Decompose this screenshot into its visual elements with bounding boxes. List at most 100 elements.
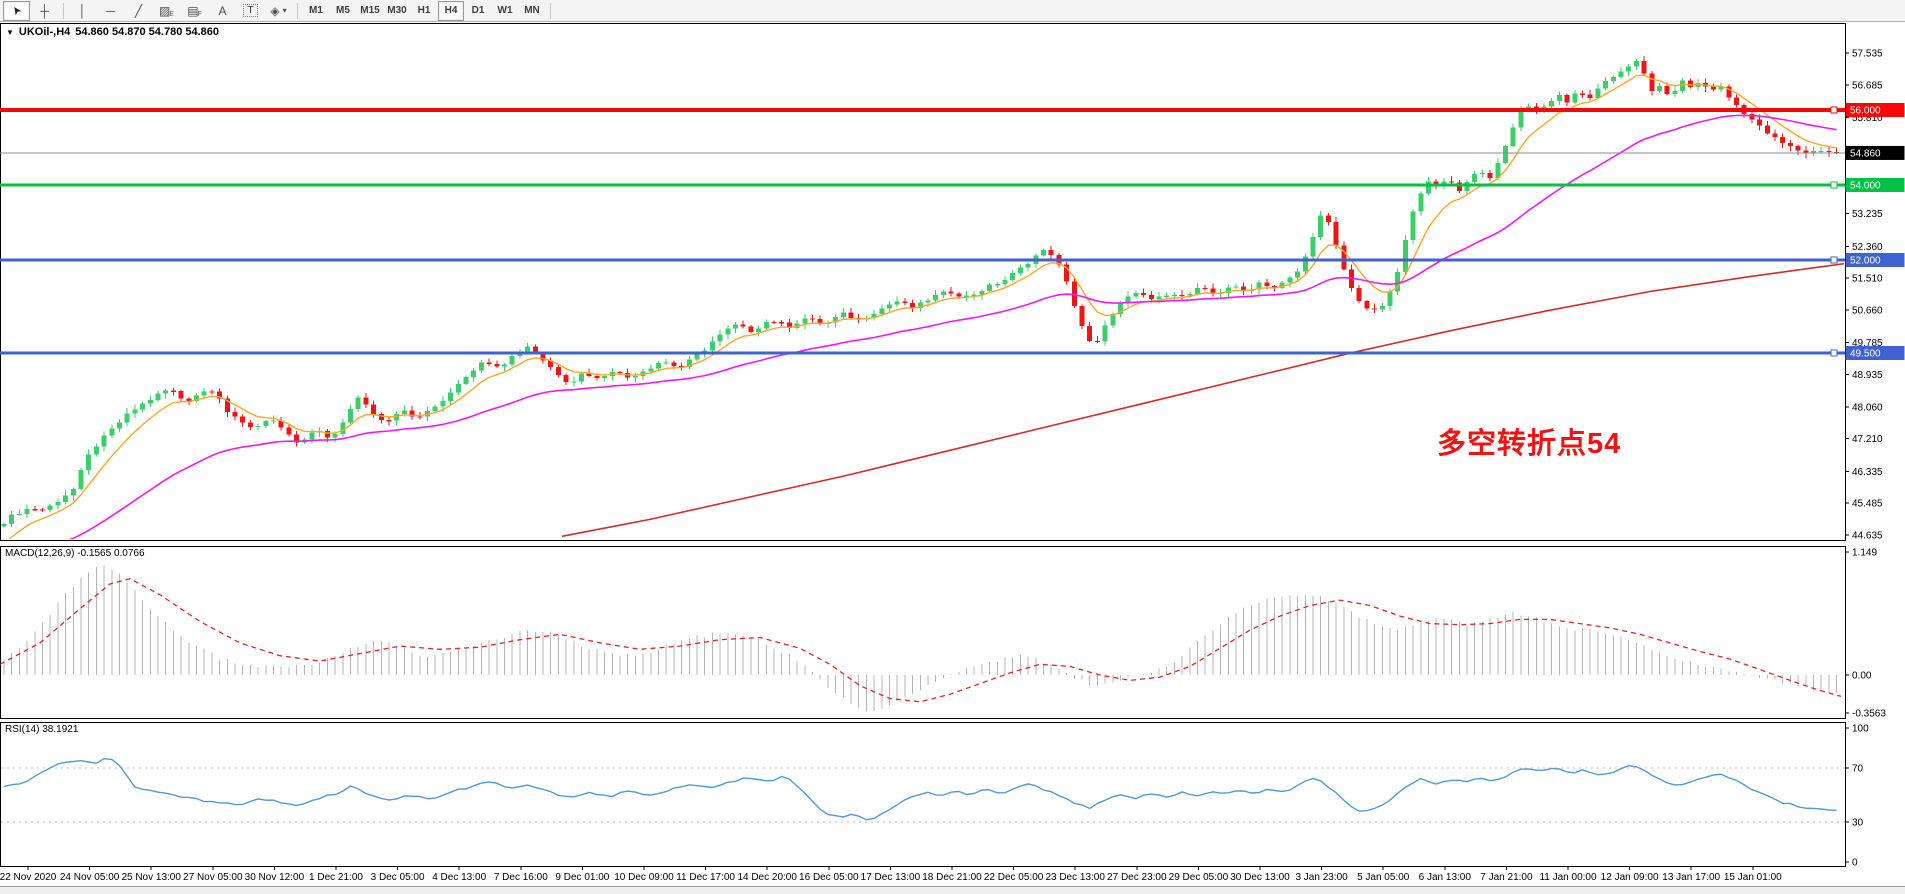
candle [502,363,507,371]
candle [1287,275,1292,287]
candle [1826,146,1831,156]
candle [1380,303,1385,312]
candle [787,319,792,332]
line-handle[interactable] [1831,350,1837,356]
svg-text:11 Jan 00:00: 11 Jan 00:00 [1539,872,1597,883]
rsi-panel[interactable]: 10070300 [1,724,1869,869]
timeframe-m1-button[interactable]: M1 [303,1,329,21]
candle [910,299,915,311]
text-icon: A [218,4,226,18]
symbol-quote-bar: ▼ UKOil-,H4 54.860 54.870 54.780 54.860 [6,26,219,38]
equidistant-channel-tool-button[interactable]: ▨E [153,1,180,21]
candle [941,289,946,298]
macd-indicator-label: MACD(12,26,9) -0.1565 0.0766 [5,548,145,559]
svg-text:70: 70 [1852,764,1864,775]
candle [1765,121,1770,134]
candle [40,508,45,512]
candle [1549,98,1554,109]
candle [102,432,107,452]
candle [248,420,253,430]
cursor-icon: ➤ [9,3,25,18]
horizontal-lines[interactable] [0,107,1845,356]
symbol-name: UKOil-,H4 [19,26,70,38]
vertical-line-tool-button[interactable]: │ [69,1,96,21]
trendline-tool-button[interactable]: ╱ [125,1,152,21]
candle [1364,300,1369,310]
candle [1603,77,1608,91]
candle [1803,146,1808,158]
text-tool-button[interactable]: A [209,1,236,21]
candle [1811,147,1816,156]
candle [1141,288,1146,297]
candle [1072,278,1077,308]
svg-text:49.500: 49.500 [1850,349,1881,360]
candle [571,376,576,386]
macd-panel[interactable]: 1.1490.00-0.3563 [0,548,1886,720]
main-price-panel[interactable] [2,56,1846,560]
candle [872,310,877,321]
price-axis[interactable]: 57.53556.68555.81054.93554.08553.23552.3… [1845,49,1905,542]
timeframe-w1-button[interactable]: W1 [492,1,518,21]
svg-text:22 Dec 05:00: 22 Dec 05:00 [984,872,1044,883]
text-label-tool-button[interactable]: T [237,1,264,21]
line-handle[interactable] [1831,182,1837,188]
svg-text:30 Nov 12:00: 30 Nov 12:00 [245,872,305,883]
shapes-tool-button[interactable]: ◈▾ [265,1,292,21]
candle [394,411,399,425]
timeframe-mn-button[interactable]: MN [519,1,545,21]
svg-text:9 Dec 01:00: 9 Dec 01:00 [555,872,609,883]
crosshair-tool-button[interactable]: ┼ [31,1,58,21]
timeframe-m15-button[interactable]: M15 [357,1,383,21]
candle [1133,291,1138,299]
symbol-quotes: 54.860 54.870 54.780 54.860 [75,26,219,38]
candle [741,321,746,329]
candle [1472,171,1477,185]
svg-text:0: 0 [1852,858,1858,869]
timeframe-m5-button[interactable]: M5 [330,1,356,21]
candle [263,420,268,428]
svg-text:52.000: 52.000 [1850,256,1881,267]
candle [464,375,469,385]
cursor-tool-button[interactable]: ➤ [3,1,30,21]
fibonacci-tool-button[interactable]: ▤F [181,1,208,21]
horizontal-line-tool-button[interactable]: ─ [97,1,124,21]
candle [356,395,361,412]
svg-text:56.685: 56.685 [1852,80,1883,91]
toolbar-divider [550,3,551,19]
time-axis[interactable]: 22 Nov 202024 Nov 05:0025 Nov 13:0027 No… [0,866,1782,883]
svg-text:0.00: 0.00 [1852,671,1872,682]
candle [1411,209,1416,244]
candle [1395,268,1400,295]
candle [240,414,245,427]
collapse-triangle-icon[interactable]: ▼ [6,28,14,37]
svg-text:52.360: 52.360 [1852,242,1883,253]
candle [902,298,907,305]
timeframe-h4-button[interactable]: H4 [438,1,464,21]
candle [1565,93,1570,106]
candle [17,509,22,516]
svg-text:46.335: 46.335 [1852,467,1883,478]
candle [1326,213,1331,226]
candle [171,388,176,395]
candle [1557,92,1562,105]
candle [279,417,284,430]
candle [995,282,1000,288]
text-label-icon: T [243,4,257,17]
candle [1357,285,1362,303]
candle [1734,94,1739,107]
chart-annotation-text[interactable]: 多空转折点54 [1437,420,1621,462]
ma-slow-line [562,264,1845,537]
candle [756,325,761,336]
timeframe-d1-button[interactable]: D1 [465,1,491,21]
candle [448,388,453,405]
svg-text:23 Dec 13:00: 23 Dec 13:00 [1045,872,1105,883]
candle [1041,249,1046,257]
timeframe-h1-button[interactable]: H1 [411,1,437,21]
candle [256,423,261,430]
candle [32,506,37,511]
svg-text:53.235: 53.235 [1852,209,1883,220]
candle [1241,282,1246,295]
timeframe-m30-button[interactable]: M30 [384,1,410,21]
line-handle[interactable] [1831,257,1837,263]
line-handle[interactable] [1831,107,1837,113]
